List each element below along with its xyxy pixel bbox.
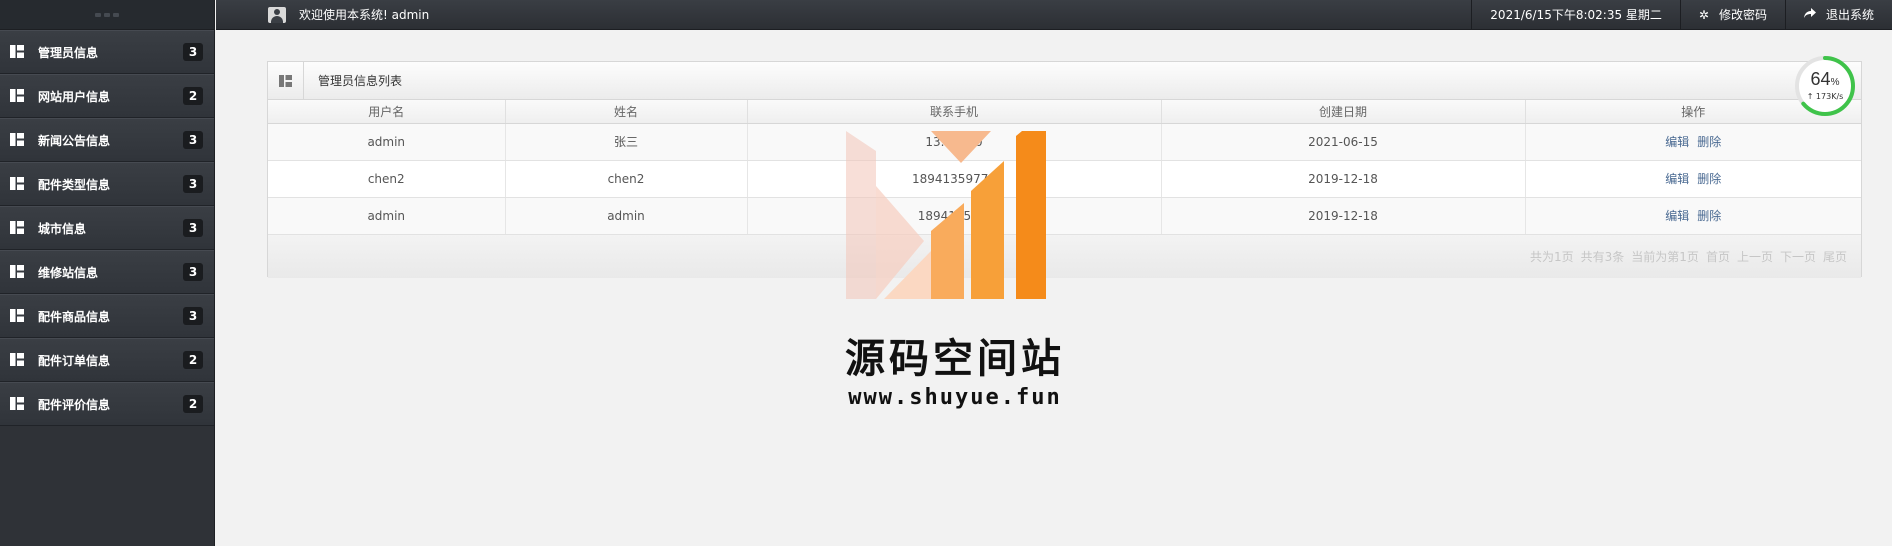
sidebar-item-count-badge: 3 xyxy=(183,43,203,61)
table-row: chen2 chen2 18941359779 2019-12-18 编辑 删除 xyxy=(268,160,1861,198)
change-password-label: 修改密码 xyxy=(1718,8,1767,22)
admin-table: 用户名 姓名 联系手机 创建日期 操作 admin张三13...89902021… xyxy=(268,100,1861,235)
welcome-text: 欢迎使用本系统! admin xyxy=(299,8,430,22)
pagination-current-page: 当前为第1页 xyxy=(1631,249,1699,264)
panel-title: 管理员信息列表 xyxy=(318,74,403,88)
welcome-area: 欢迎使用本系统! admin xyxy=(268,6,429,23)
column-header-username: 用户名 xyxy=(268,100,506,124)
grid-icon xyxy=(10,265,24,279)
grid-icon xyxy=(10,89,24,103)
cell-name: chen2 xyxy=(505,160,748,198)
sidebar-item[interactable]: 城市信息 3 xyxy=(0,206,214,250)
grid-icon xyxy=(10,353,24,367)
grid-icon xyxy=(10,397,24,411)
admin-list-panel: 管理员信息列表 用户名 姓名 联系手机 创建日期 操作 admin张三13...… xyxy=(267,61,1862,278)
watermark-url: www.shuyue.fun xyxy=(848,385,1062,410)
cell-created-date: 2019-12-18 xyxy=(1161,160,1526,198)
sidebar-item-label: 配件类型信息 xyxy=(38,177,111,192)
sidebar-item-count-badge: 3 xyxy=(183,219,203,237)
sidebar: 管理员信息 3 网站用户信息 2 新闻公告信息 3 配件类型信息 3 城市信息 3 维修站信息 3 配件… xyxy=(0,0,215,546)
grid-icon xyxy=(10,221,24,235)
pagination: 共为1页 共有3条 当前为第1页 首页 上一页 下一页 尾页 xyxy=(268,234,1861,278)
cell-created-date: 2019-12-18 xyxy=(1161,197,1526,235)
sidebar-item[interactable]: 配件订单信息 2 xyxy=(0,338,214,382)
user-icon xyxy=(268,6,286,23)
table-row: admin张三13...89902021-06-15编辑删除 xyxy=(268,123,1861,161)
sidebar-item-count-badge: 2 xyxy=(183,395,203,413)
topbar-actions: 2021/6/15下午8:02:35 星期二 ✲ 修改密码 退出系统 xyxy=(1471,0,1892,30)
logout-label: 退出系统 xyxy=(1825,8,1874,22)
sidebar-nav: 管理员信息 3 网站用户信息 2 新闻公告信息 3 配件类型信息 3 城市信息 3 维修站信息 3 配件… xyxy=(0,30,214,426)
table-header-row: 用户名 姓名 联系手机 创建日期 操作 xyxy=(268,100,1861,124)
panel-header: 管理员信息列表 xyxy=(268,61,1861,100)
datetime-display: 2021/6/15下午8:02:35 星期二 xyxy=(1471,0,1680,30)
logout-button[interactable]: 退出系统 xyxy=(1784,0,1892,30)
speed-rate: ↑ 173K/s xyxy=(1806,92,1844,101)
column-header-phone: 联系手机 xyxy=(747,100,1162,124)
sidebar-item[interactable]: 网站用户信息 2 xyxy=(0,74,214,118)
sidebar-item-label: 配件订单信息 xyxy=(38,353,111,368)
change-password-button[interactable]: ✲ 修改密码 xyxy=(1679,0,1785,30)
grid-icon xyxy=(10,309,24,323)
speed-percent: 64% xyxy=(1810,69,1840,89)
pagination-prev-link[interactable]: 上一页 xyxy=(1737,248,1773,265)
topbar: 欢迎使用本系统! admin 2021/6/15下午8:02:35 星期二 ✲ … xyxy=(216,0,1892,30)
datetime-text: 2021/6/15下午8:02:35 星期二 xyxy=(1490,8,1662,22)
cell-name: admin xyxy=(505,197,748,235)
sidebar-item[interactable]: 维修站信息 3 xyxy=(0,250,214,294)
edit-link[interactable]: 编辑 xyxy=(1665,172,1689,186)
watermark-title: 源码空间站 xyxy=(845,336,1065,382)
sidebar-item-label: 维修站信息 xyxy=(38,265,99,280)
pagination-total-records: 共有3条 xyxy=(1580,249,1625,264)
sidebar-item-label: 管理员信息 xyxy=(38,45,99,60)
grid-icon xyxy=(10,45,24,59)
cell-actions: 编辑 删除 xyxy=(1525,123,1861,161)
grid-icon xyxy=(10,177,24,191)
pagination-last-link[interactable]: 尾页 xyxy=(1823,248,1847,265)
sidebar-item-label: 配件评价信息 xyxy=(38,397,111,412)
watermark-logo xyxy=(846,111,1046,304)
column-header-created-date: 创建日期 xyxy=(1161,100,1526,124)
edit-link[interactable]: 编辑 xyxy=(1665,209,1689,223)
column-header-name: 姓名 xyxy=(505,100,748,124)
sidebar-item-count-badge: 3 xyxy=(183,131,203,149)
sidebar-item[interactable]: 新闻公告信息 3 xyxy=(0,118,214,162)
sidebar-item-label: 网站用户信息 xyxy=(38,89,111,104)
sidebar-item-count-badge: 3 xyxy=(183,263,203,281)
sidebar-item-count-badge: 2 xyxy=(183,351,203,369)
delete-link[interactable]: 删除 xyxy=(1697,172,1721,186)
cell-username: admin xyxy=(268,197,506,235)
sidebar-item-count-badge: 2 xyxy=(183,87,203,105)
grip-icon xyxy=(95,12,119,17)
sidebar-item-label: 新闻公告信息 xyxy=(38,133,111,148)
pagination-next-link[interactable]: 下一页 xyxy=(1780,248,1816,265)
network-speed-widget[interactable]: 64% ↑ 173K/s xyxy=(1794,55,1856,117)
cell-username: admin xyxy=(268,123,506,161)
sidebar-item[interactable]: 管理员信息 3 xyxy=(0,30,214,74)
cell-created-date: 2021-06-15 xyxy=(1161,123,1526,161)
sidebar-item-label: 配件商品信息 xyxy=(38,309,111,324)
cell-actions: 编辑 删除 xyxy=(1525,160,1861,198)
pagination-first-link[interactable]: 首页 xyxy=(1706,248,1730,265)
sidebar-item-count-badge: 3 xyxy=(183,307,203,325)
sidebar-collapse-handle[interactable] xyxy=(0,0,214,30)
cell-username: chen2 xyxy=(268,160,506,198)
gear-icon: ✲ xyxy=(1698,7,1709,22)
delete-link[interactable]: 删除 xyxy=(1697,209,1721,223)
sidebar-item[interactable]: 配件评价信息 2 xyxy=(0,382,214,426)
sidebar-item[interactable]: 配件类型信息 3 xyxy=(0,162,214,206)
table-row: adminadmin18941359...2019-12-18编辑删除 xyxy=(268,197,1861,235)
sidebar-item-count-badge: 3 xyxy=(183,175,203,193)
cell-name: 张三 xyxy=(505,123,748,161)
cell-actions: 编辑 删除 xyxy=(1525,197,1861,235)
grid-icon xyxy=(268,61,304,100)
sidebar-item-label: 城市信息 xyxy=(38,221,87,236)
delete-link[interactable]: 删除 xyxy=(1697,135,1721,149)
sidebar-item[interactable]: 配件商品信息 3 xyxy=(0,294,214,338)
pagination-total-pages: 共为1页 xyxy=(1530,249,1574,264)
edit-link[interactable]: 编辑 xyxy=(1665,135,1689,149)
grid-icon xyxy=(10,133,24,147)
share-arrow-icon xyxy=(1803,7,1816,22)
